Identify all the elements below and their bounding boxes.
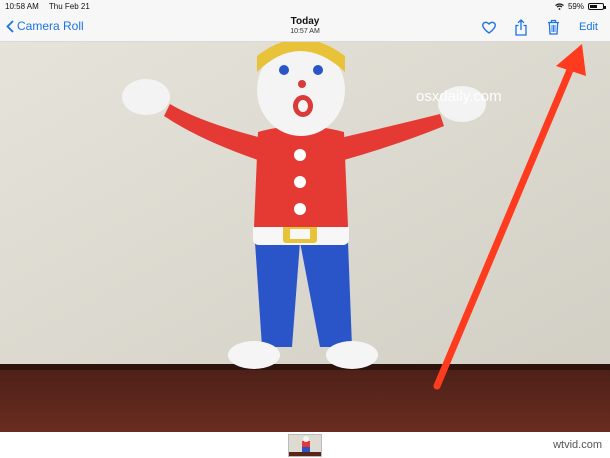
thumbnail-strip: wtvid.com: [0, 432, 610, 458]
edit-button[interactable]: Edit: [579, 21, 598, 33]
status-date: Thu Feb 21: [48, 2, 90, 11]
site-credit: wtvid.com: [553, 439, 602, 451]
battery-icon: [588, 3, 606, 10]
status-time: 10:58 AM: [5, 2, 39, 11]
status-bar: 10:58 AM Thu Feb 21 59%: [0, 0, 610, 13]
heart-icon: [482, 21, 496, 34]
delete-button[interactable]: [545, 18, 561, 36]
watermark-text: osxdaily.com: [416, 88, 502, 105]
nav-bar: Camera Roll Today 10:57 AM Edit: [0, 13, 610, 42]
share-button[interactable]: [513, 18, 529, 36]
photo-view[interactable]: osxdaily.com: [0, 42, 610, 432]
toolbar: Edit: [481, 18, 598, 36]
battery-percent: 59%: [567, 2, 584, 11]
wifi-icon: [555, 3, 564, 10]
status-left: 10:58 AM Thu Feb 21: [5, 2, 98, 11]
thumbnail-image: [289, 435, 321, 456]
trash-icon: [547, 19, 559, 35]
favorite-button[interactable]: [481, 18, 497, 36]
thumbnail[interactable]: [288, 434, 322, 457]
status-right: 59%: [555, 2, 606, 11]
photo-image: [0, 42, 610, 432]
share-icon: [515, 18, 527, 36]
